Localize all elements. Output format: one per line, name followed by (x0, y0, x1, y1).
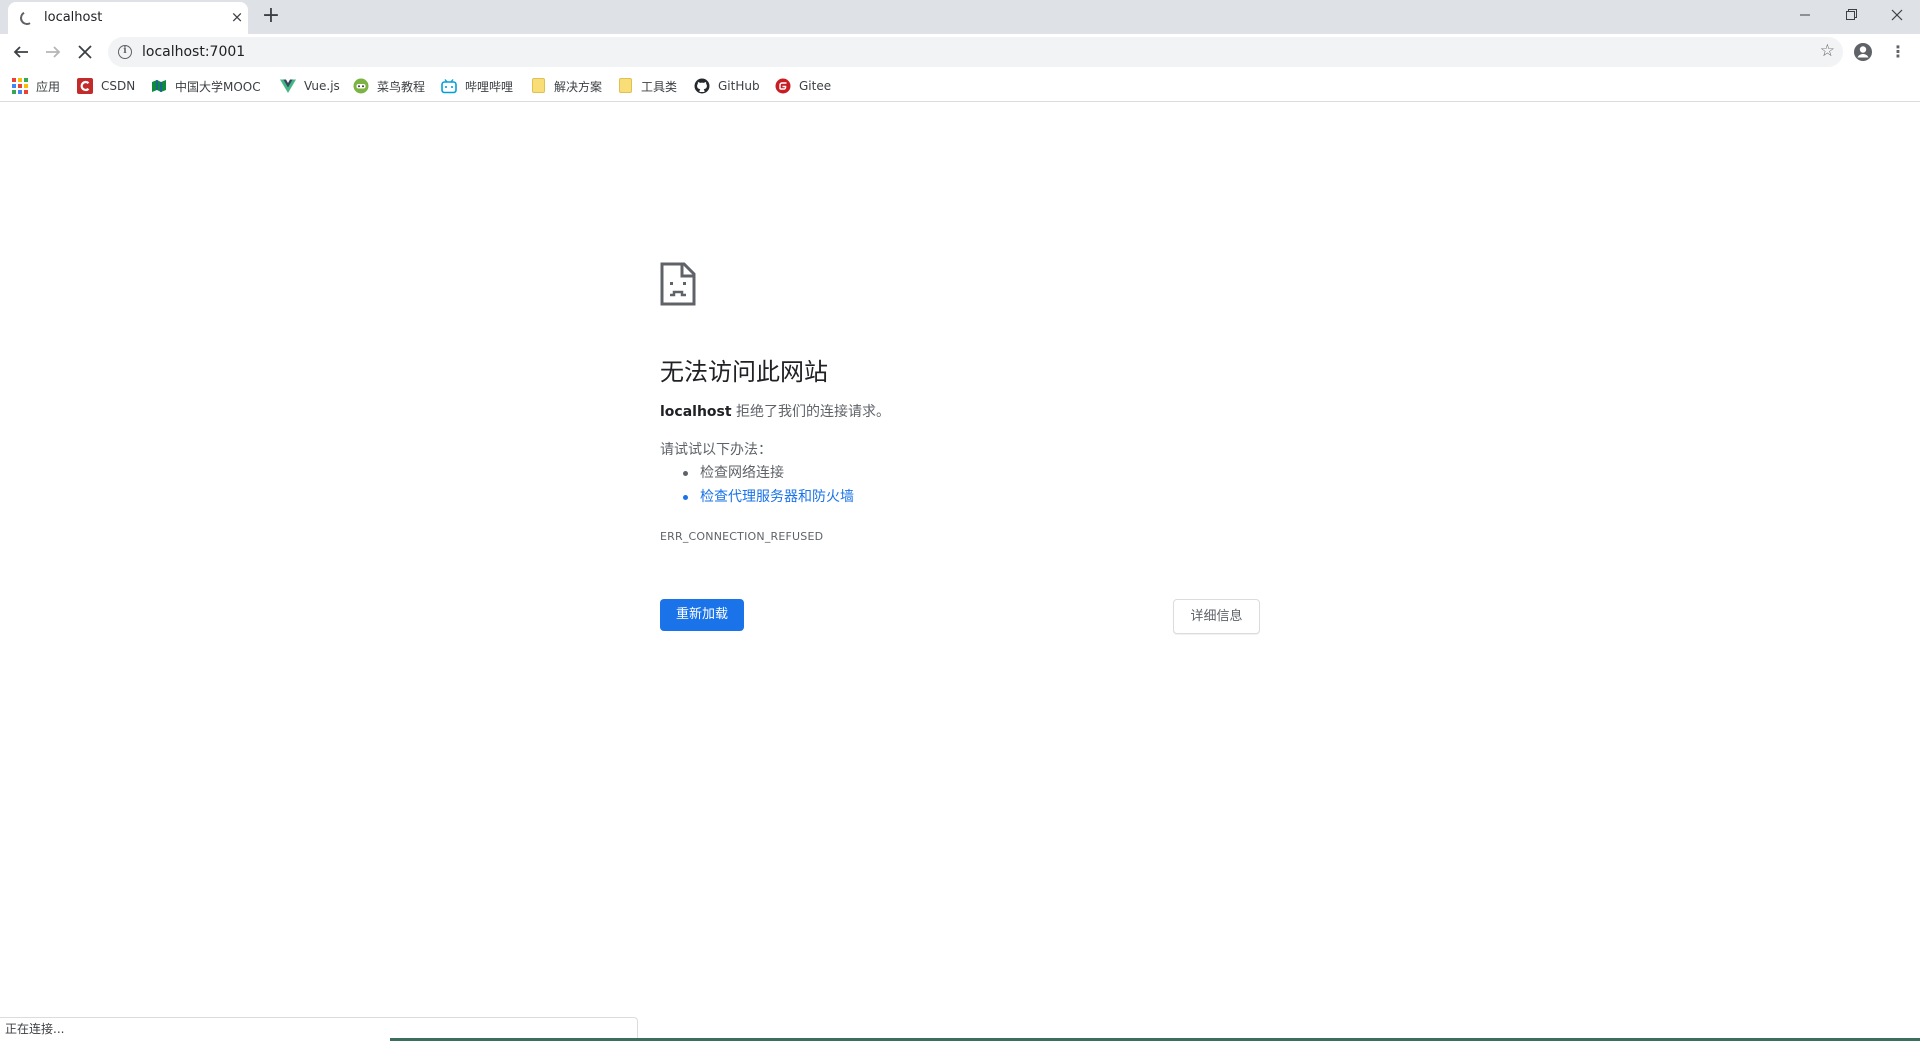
minimize-button[interactable] (1782, 0, 1828, 30)
arrow-right-icon (46, 46, 61, 58)
suggestion-check-proxy-link[interactable]: 检查代理服务器和防火墙 (683, 487, 854, 511)
avatar-icon (1854, 43, 1872, 61)
stop-loading-button[interactable] (70, 37, 100, 67)
mooc-icon (152, 80, 166, 92)
bookmark-label: 哔哩哔哩 (465, 79, 514, 94)
suggestion-list: 检查网络连接 检查代理服务器和防火墙 (683, 463, 854, 511)
try-label: 请试试以下办法： (660, 442, 772, 458)
csdn-icon (77, 78, 93, 94)
bookmark-github[interactable]: GitHub (694, 75, 760, 97)
error-message: 拒绝了我们的连接请求。 (731, 404, 891, 420)
restore-button[interactable] (1828, 0, 1874, 30)
bookmark-label: GitHub (718, 79, 760, 93)
bookmark-folder-tools[interactable]: 工具类 (617, 75, 677, 97)
url-text[interactable]: localhost:7001 (142, 44, 245, 60)
toolbar: i localhost:7001 ☆ ⋮ (0, 34, 1920, 70)
vue-icon (280, 79, 296, 93)
details-button[interactable]: 详细信息 (1173, 599, 1260, 634)
address-bar[interactable]: i localhost:7001 ☆ (108, 37, 1843, 67)
close-window-button[interactable] (1874, 0, 1920, 30)
error-description: localhost 拒绝了我们的连接请求。 (660, 401, 890, 421)
bookmark-label: 中国大学MOOC (175, 79, 261, 94)
back-button[interactable] (6, 37, 36, 67)
folder-icon (530, 78, 546, 94)
bookmark-label: Vue.js (304, 79, 340, 93)
bookmark-label: CSDN (101, 79, 136, 93)
tab-strip: localhost × + (0, 0, 1920, 34)
bookmark-label: 应用 (36, 79, 61, 94)
bookmark-label: 菜鸟教程 (377, 79, 426, 94)
tab-localhost[interactable]: localhost × (8, 2, 248, 34)
tab-title: localhost (44, 10, 103, 25)
close-icon (1891, 9, 1903, 21)
restore-icon (1846, 9, 1857, 20)
bookmark-bilibili[interactable]: 哔哩哔哩 (441, 75, 513, 97)
loading-spinner-icon (18, 9, 36, 27)
bookmark-star-icon[interactable]: ☆ (1820, 41, 1835, 61)
github-icon (694, 78, 710, 94)
sad-document-icon (660, 262, 696, 306)
forward-button[interactable] (38, 37, 68, 67)
tab-close-icon[interactable]: × (228, 8, 246, 26)
error-code: ERR_CONNECTION_REFUSED (660, 530, 824, 543)
bookmark-gitee[interactable]: Gitee (775, 75, 831, 97)
bookmark-apps[interactable]: 应用 (12, 75, 60, 97)
suggestion-check-network: 检查网络连接 (683, 463, 854, 487)
bilibili-icon (441, 79, 457, 94)
bookmark-label: 工具类 (641, 79, 678, 94)
arrow-left-icon (13, 46, 28, 58)
error-host: localhost (660, 404, 732, 420)
bookmarks-bar: 应用 CSDN 中国大学MOOC Vue.js 菜鸟教程 哔哩哔哩 解决方案 工… (0, 70, 1920, 102)
gitee-icon (775, 78, 791, 94)
page-title: 无法访问此网站 (660, 358, 828, 386)
stop-x-icon (78, 45, 92, 59)
bookmark-folder-solutions[interactable]: 解决方案 (530, 75, 602, 97)
apps-grid-icon (12, 78, 28, 94)
bookmark-label: Gitee (799, 79, 832, 93)
minimize-icon (1800, 14, 1810, 16)
bookmark-runoob[interactable]: 菜鸟教程 (353, 75, 425, 97)
folder-icon (617, 78, 633, 94)
bookmark-mooc[interactable]: 中国大学MOOC (151, 75, 261, 97)
info-icon[interactable]: i (118, 45, 132, 59)
new-tab-button[interactable]: + (258, 4, 284, 30)
menu-button[interactable]: ⋮ (1886, 40, 1910, 64)
profile-button[interactable] (1853, 42, 1873, 62)
reload-button[interactable]: 重新加载 (660, 599, 744, 631)
bookmark-label: 解决方案 (554, 79, 603, 94)
bookmark-csdn[interactable]: CSDN (77, 75, 135, 97)
bookmark-vue[interactable]: Vue.js (280, 75, 340, 97)
runoob-icon (353, 78, 369, 94)
